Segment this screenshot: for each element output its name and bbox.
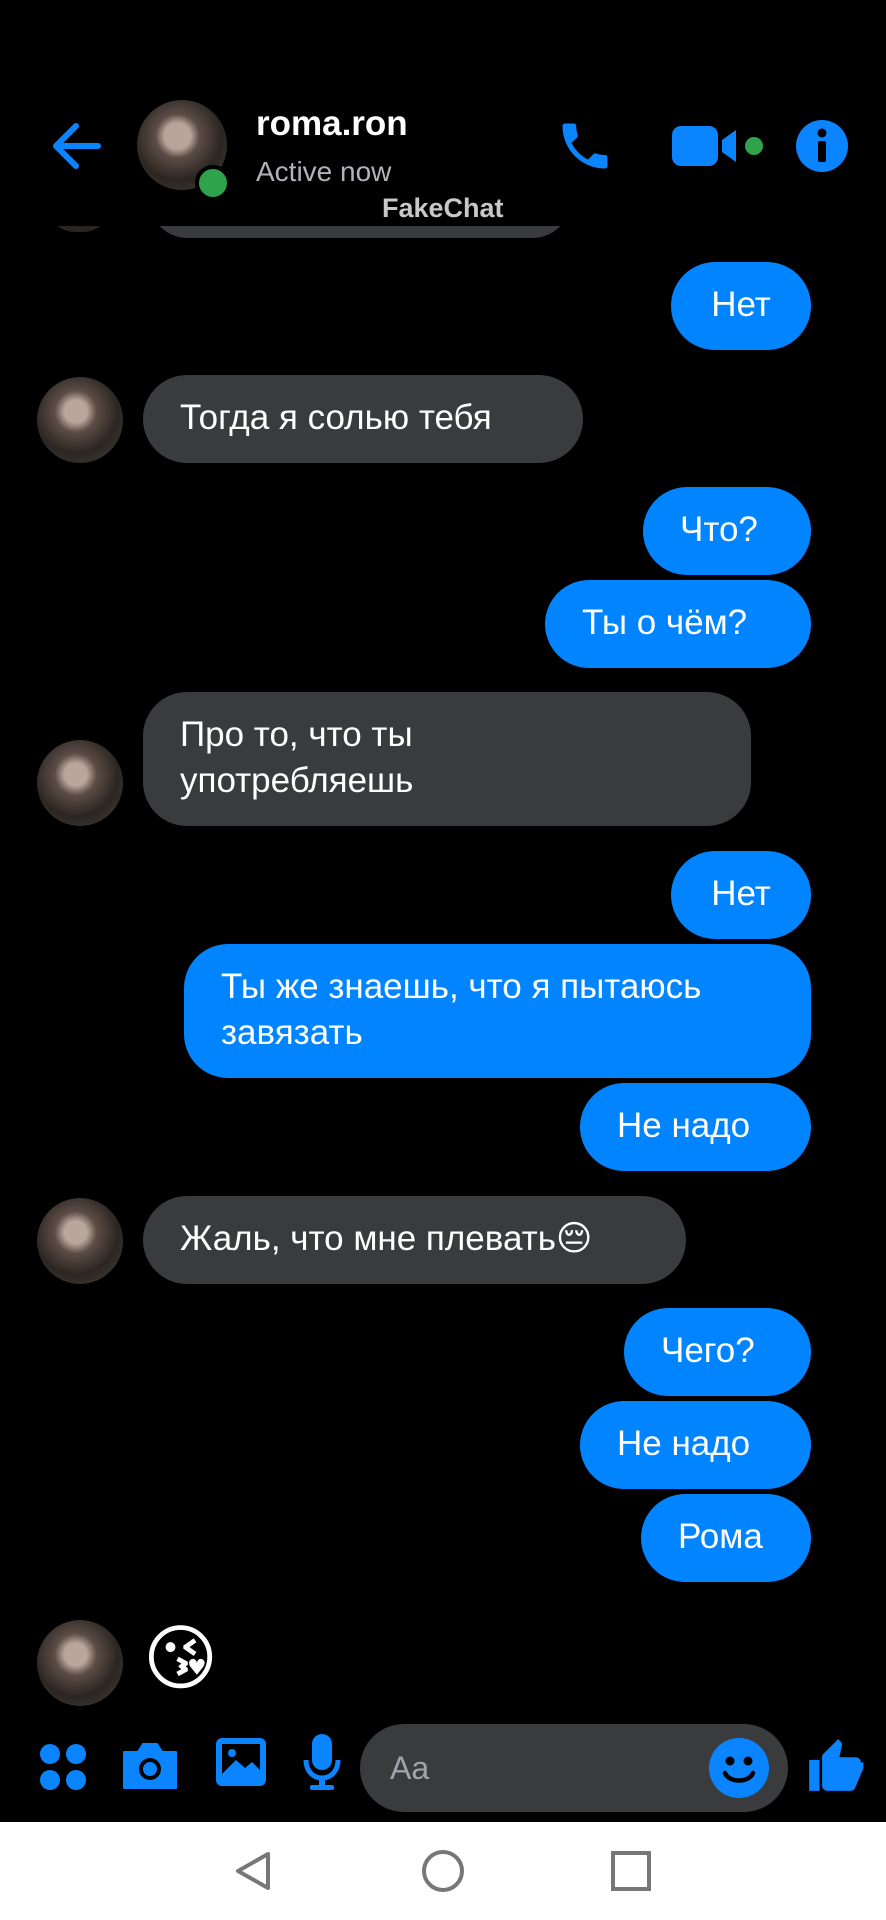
contact-name[interactable]: roma.ron — [256, 104, 408, 144]
nav-back-icon — [236, 1852, 270, 1890]
nav-back-button[interactable] — [230, 1848, 276, 1894]
phone-icon — [562, 123, 608, 169]
nav-home-button[interactable] — [420, 1848, 466, 1894]
message-bubble-outgoing[interactable]: Не надо — [580, 1083, 811, 1171]
microphone-button[interactable] — [302, 1732, 342, 1792]
system-nav-bar — [0, 1822, 886, 1920]
nav-recents-icon — [611, 1851, 651, 1891]
sender-avatar — [37, 740, 123, 826]
message-bubble-incoming[interactable]: Жаль, что мне плевать😔 — [143, 1196, 686, 1284]
sender-avatar — [37, 1620, 123, 1706]
apps-button[interactable] — [38, 1742, 88, 1792]
nav-home-icon — [422, 1850, 464, 1892]
sender-avatar — [37, 1198, 123, 1284]
microphone-icon — [303, 1734, 341, 1790]
gallery-icon — [216, 1738, 266, 1786]
camera-button[interactable] — [120, 1738, 180, 1794]
message-bubble-incoming[interactable]: Про то, что ты употребляешь — [143, 692, 751, 826]
info-button[interactable] — [794, 118, 850, 174]
back-arrow-icon — [53, 123, 101, 169]
info-icon — [796, 120, 848, 172]
message-bubble-outgoing[interactable]: Чего? — [624, 1308, 811, 1396]
watermark: FakeChat — [382, 193, 504, 223]
message-bubble-outgoing[interactable]: Ты же знаешь, что я пытаюсь завязать — [184, 944, 811, 1078]
sender-avatar — [37, 377, 123, 463]
message-bubble-outgoing[interactable]: Рома — [641, 1494, 811, 1582]
message-bubble-incoming[interactable]: Тогда я солью тебя — [143, 375, 583, 463]
online-indicator — [195, 165, 231, 201]
nav-recents-button[interactable] — [608, 1848, 654, 1894]
thumbs-up-button[interactable] — [804, 1734, 866, 1796]
apps-icon — [40, 1744, 86, 1790]
emoji-message[interactable]: 😘 — [143, 1616, 218, 1702]
video-call-button[interactable] — [670, 120, 770, 172]
message-bubble-outgoing[interactable]: Нет — [671, 851, 811, 939]
message-bubble-outgoing[interactable]: Что? — [643, 487, 811, 575]
video-camera-icon — [672, 126, 763, 166]
message-bubble-outgoing[interactable]: Не надо — [580, 1401, 811, 1489]
back-button[interactable] — [48, 118, 104, 174]
emoji-button[interactable] — [708, 1737, 770, 1799]
message-bubble-outgoing[interactable]: Ты о чём? — [545, 580, 811, 668]
voice-call-button[interactable] — [555, 116, 615, 176]
gallery-button[interactable] — [214, 1734, 268, 1790]
camera-icon — [123, 1743, 177, 1789]
message-bubble-outgoing[interactable]: Нет — [671, 262, 811, 350]
thumbs-up-icon — [809, 1739, 864, 1791]
contact-status: Active now — [256, 156, 392, 187]
chat-header: roma.ron Active now FakeChat — [0, 0, 886, 226]
emoji-icon — [709, 1738, 769, 1798]
